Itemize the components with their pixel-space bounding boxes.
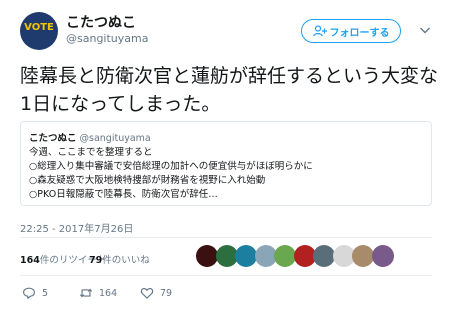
add-user-icon [312,25,327,37]
liker-avatar-7[interactable] [313,245,335,267]
tweet-text: 陸幕長と防衛次官と蓮舫が辞任するという大変な1日になってしまった。 [20,65,439,115]
screen-name[interactable]: @sangituyama [66,32,148,45]
liker-avatar-5[interactable] [274,245,296,267]
quoted-screen-name: @sangituyama [79,133,151,144]
reply-count: 5 [42,287,49,299]
retweet-stat-count: 164 [20,255,40,266]
liker-avatar-9[interactable] [352,245,374,267]
retweet-count: 164 [99,287,118,299]
user-avatar[interactable]: VOTE [20,12,58,50]
like-stat-count: 79 [89,255,103,266]
like-stat-label: 件のいいね [102,255,150,266]
tweet-timestamp[interactable]: 22:25 - 2017年7月26日 [20,220,133,235]
divider [20,237,432,238]
quoted-line: 今週、ここまでを整理すると [29,147,153,158]
liker-avatar-1[interactable] [196,245,218,267]
quoted-display-name: こたつぬこ [29,133,77,144]
reply-icon [23,287,35,299]
liker-avatar-10[interactable] [371,245,394,267]
quoted-line: ○森友疑惑で大阪地検特捜部が財務省を視野に入れ始動 [29,175,266,186]
heart-icon [140,287,154,299]
quoted-tweet[interactable]: こたつぬこ @sangituyama 今週、ここまでを整理すると ○総理入り集中審… [20,121,432,206]
follow-button[interactable]: フォローする [301,19,401,43]
liker-avatar-3[interactable] [235,245,257,267]
chevron-down-icon[interactable] [417,22,433,38]
follow-button-label: フォローする [329,27,390,39]
like-stat[interactable]: 79件のいいね [89,252,150,266]
retweet-icon [79,288,93,298]
reply-button[interactable]: 5 [22,286,48,300]
quoted-line: ○総理入り集中審議で安倍総理の加計への便宜供与がほぼ明らかに [29,161,313,172]
like-count: 79 [160,287,173,299]
quoted-line: ○PKO日報隠蔽で陸幕長、防衛次官が辞任… [29,189,218,200]
quoted-tweet-header: こたつぬこ @sangituyama [29,130,151,144]
avatar-vote-text: VOTE [24,22,54,33]
divider [20,275,432,276]
retweet-button[interactable]: 164 [79,286,117,300]
like-button[interactable]: 79 [140,286,172,300]
display-name[interactable]: こたつぬこ [66,12,136,32]
